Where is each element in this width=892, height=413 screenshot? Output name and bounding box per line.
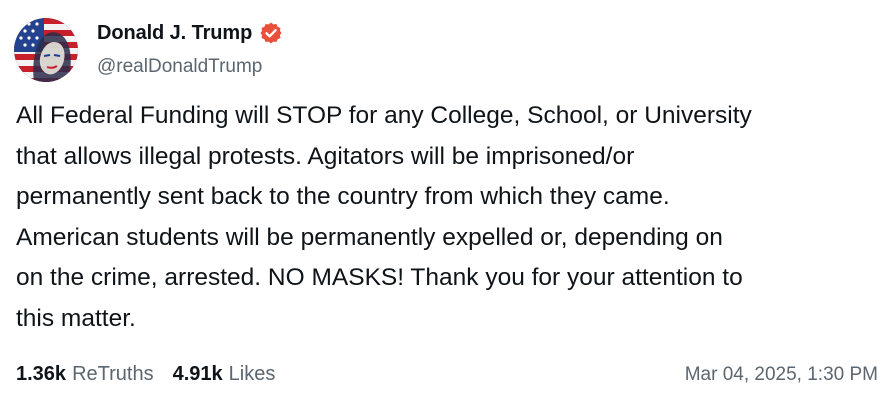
- likes-count: 4.91k: [172, 363, 223, 385]
- retruths-count: 1.36k: [16, 363, 67, 385]
- likes-label: Likes: [228, 363, 276, 385]
- author-avatar[interactable]: [14, 18, 78, 82]
- post-stats: 1.36k ReTruths 4.91k Likes: [16, 363, 294, 386]
- author-display-name[interactable]: Donald J. Trump: [97, 22, 252, 45]
- likes-stat[interactable]: 4.91k Likes: [173, 363, 276, 386]
- author-name-row: Donald J. Trump: [97, 21, 283, 45]
- post-body: All Federal Funding will STOP for any Co…: [16, 102, 752, 332]
- verified-badge-icon: [259, 21, 283, 45]
- user-avatar-icon: [14, 18, 78, 82]
- post-timestamp[interactable]: Mar 04, 2025, 1:30 PM: [685, 364, 878, 386]
- author-handle[interactable]: @realDonaldTrump: [97, 56, 262, 78]
- retruths-stat[interactable]: 1.36k ReTruths: [16, 363, 154, 386]
- retruths-label: ReTruths: [72, 363, 154, 385]
- post-card: Donald J. Trump @realDonaldTrump All Fed…: [0, 0, 892, 413]
